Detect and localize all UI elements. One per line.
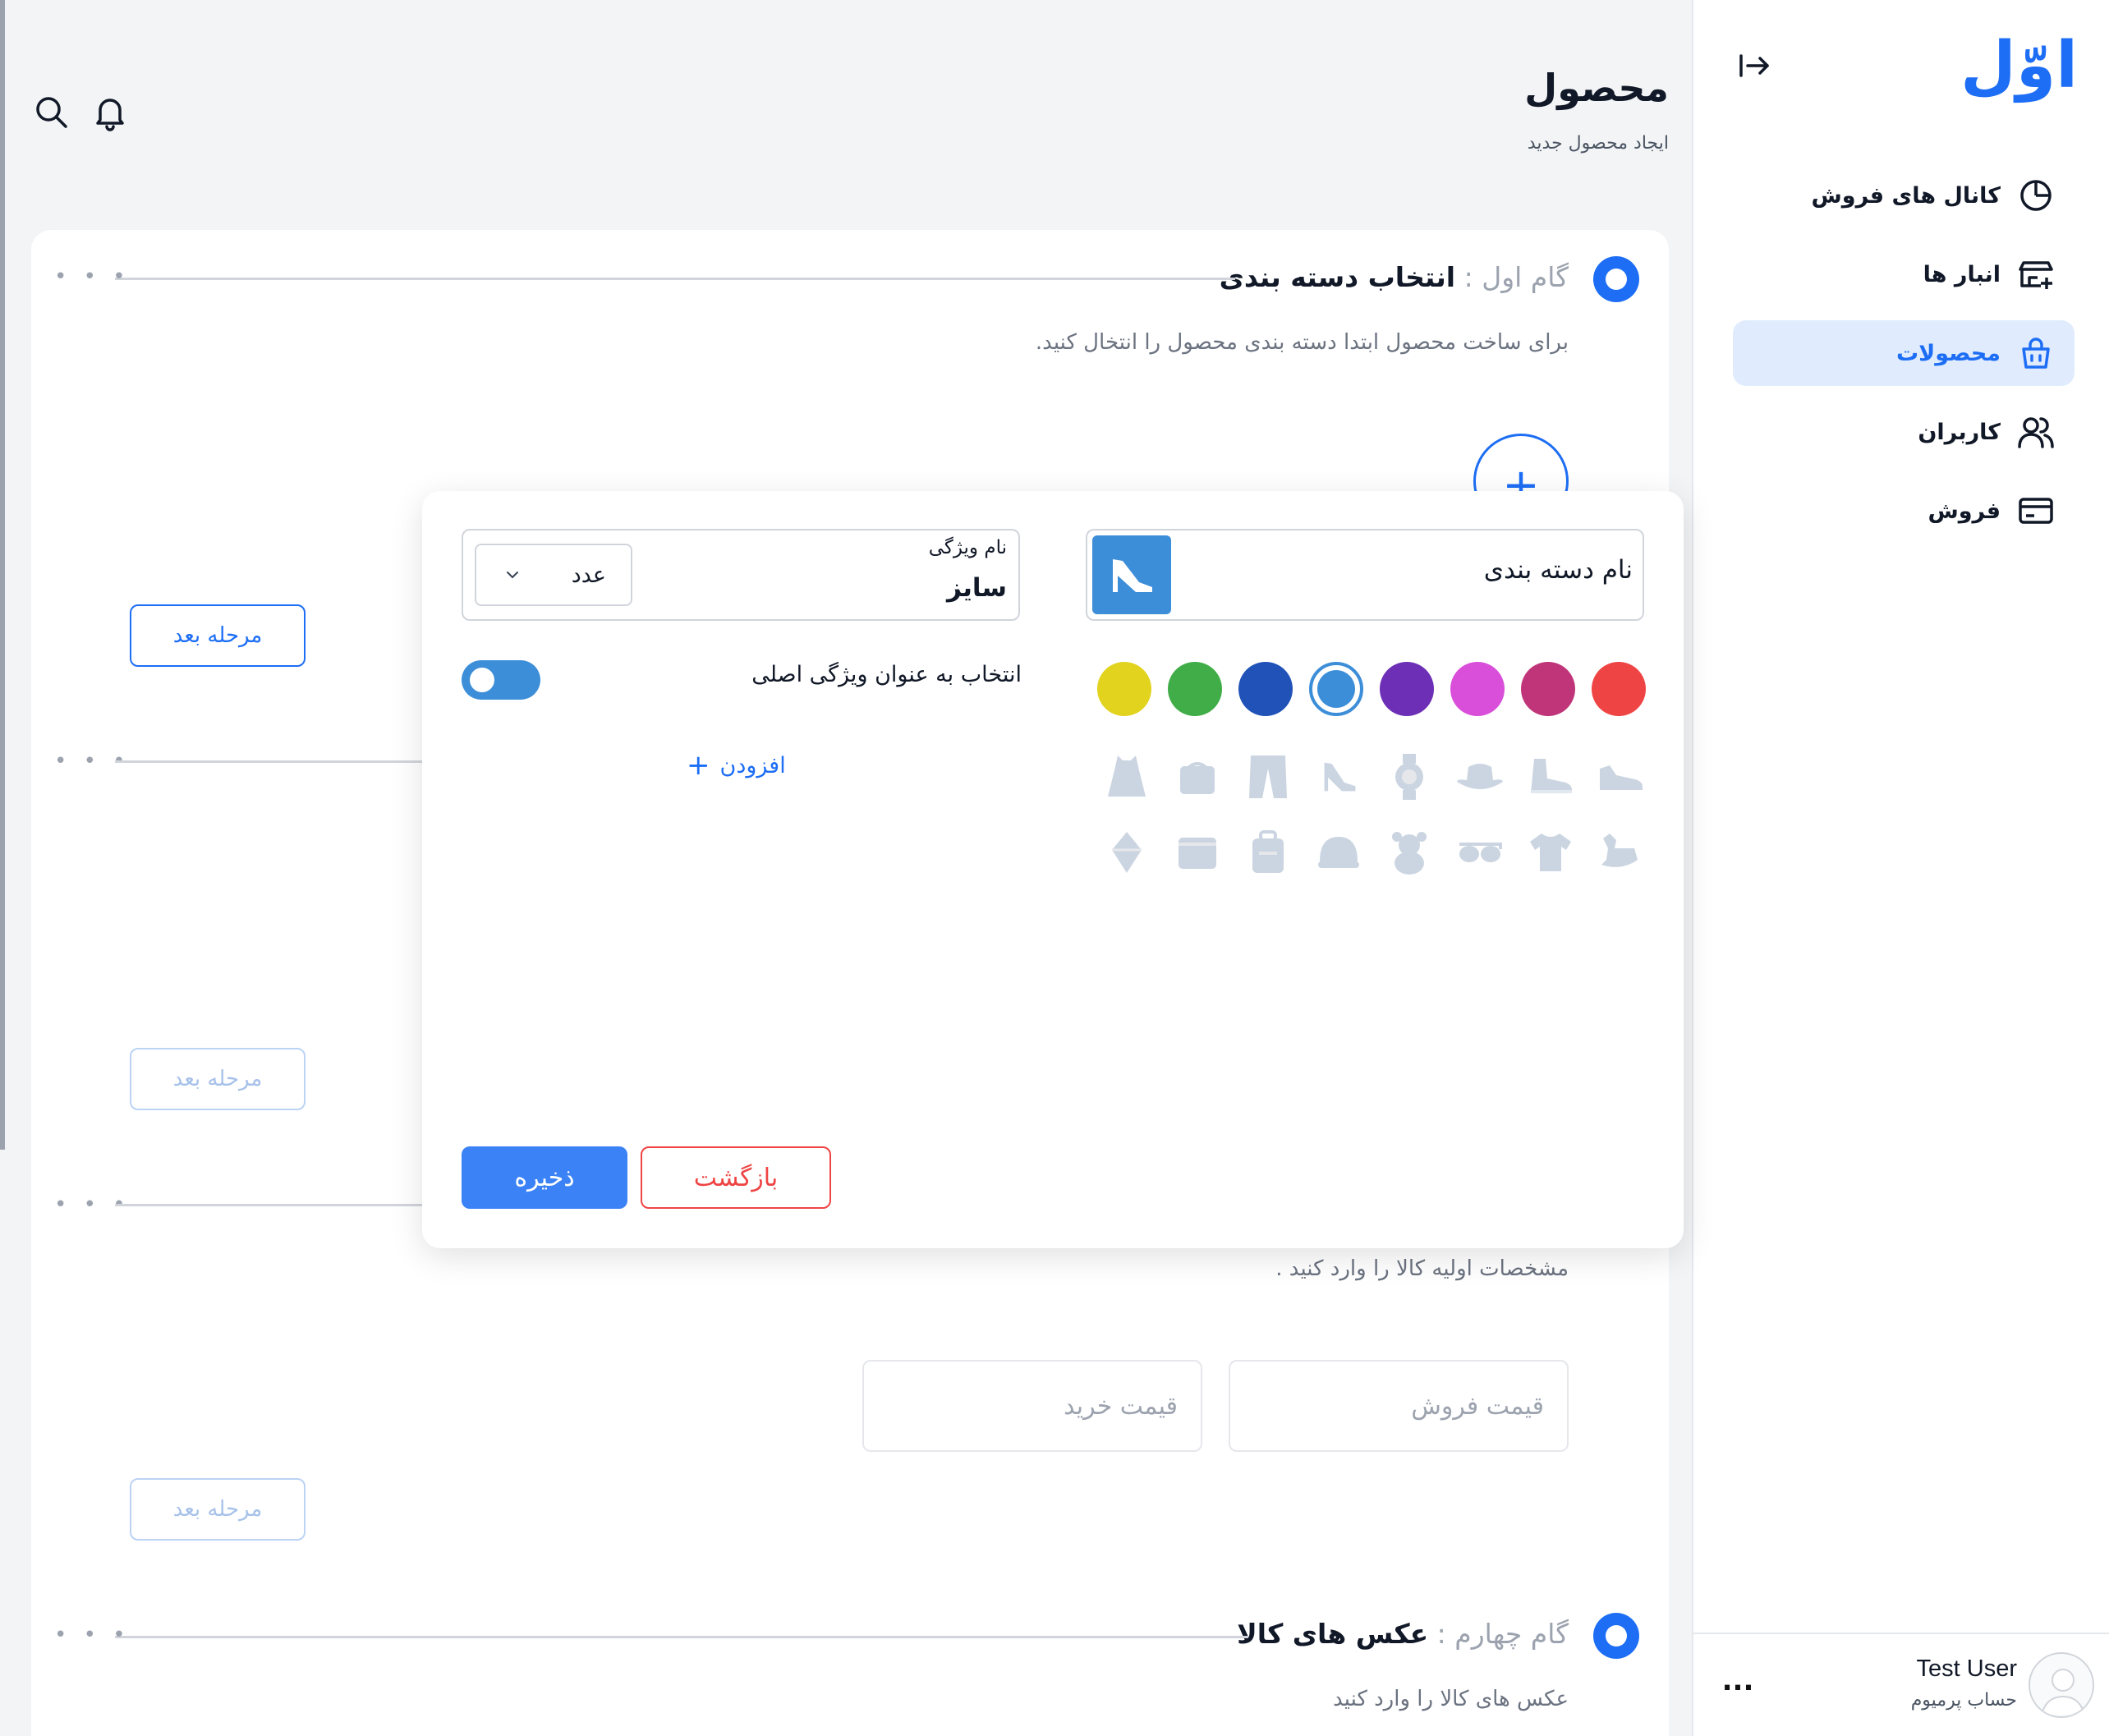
tshirt-icon[interactable]	[1526, 828, 1575, 877]
step-divider	[115, 1636, 1248, 1638]
sidebar-item-sales-channels[interactable]: کانال های فروش	[1733, 163, 2075, 228]
step-title: گام اول : انتخاب دسته بندی	[1220, 261, 1569, 293]
users-icon	[2017, 413, 2055, 451]
user-name: Test User	[1916, 1656, 2017, 1682]
sidebar-item-label: کانال های فروش	[1811, 182, 2001, 209]
next-step-button[interactable]: مرحله بعد	[130, 1048, 306, 1110]
step-separator: :	[1455, 261, 1482, 293]
dress-icon[interactable]	[1102, 752, 1151, 801]
color-swatch-raspberry[interactable]	[1521, 662, 1575, 716]
sidebar-item-warehouses[interactable]: انبار ها	[1733, 241, 2075, 307]
diamond-icon[interactable]	[1102, 828, 1151, 877]
attribute-name-value: سایز	[946, 573, 1007, 603]
step-indicator	[1593, 1613, 1639, 1659]
unit-select-value: عدد	[571, 562, 606, 588]
window-edge-scrollbar	[0, 0, 5, 1150]
cap-icon[interactable]	[1314, 828, 1363, 877]
sidebar-item-users[interactable]: کاربران	[1733, 399, 2075, 465]
bag-icon[interactable]	[1173, 752, 1222, 801]
color-swatch-green[interactable]	[1168, 662, 1222, 716]
step-dots: • • •	[54, 264, 131, 289]
step-separator: :	[1428, 1618, 1455, 1650]
selected-category-icon[interactable]	[1092, 535, 1171, 614]
rocking-horse-icon[interactable]	[1597, 828, 1646, 877]
step-number: گام چهارم	[1454, 1618, 1569, 1650]
sidebar-item-label: انبار ها	[1923, 261, 2001, 287]
color-swatch-magenta[interactable]	[1450, 662, 1505, 716]
sidebar-item-label: فروش	[1928, 498, 2001, 524]
sidebar-item-sales[interactable]: فروش	[1733, 478, 2075, 544]
step-divider	[115, 760, 427, 763]
user-plan: حساب پرمیوم	[1910, 1690, 2017, 1711]
buy-price-input[interactable]: قیمت خرید	[862, 1360, 1202, 1452]
color-swatch-blue[interactable]	[1238, 662, 1293, 716]
step-divider	[115, 278, 1235, 280]
color-swatch-purple[interactable]	[1380, 662, 1434, 716]
wallet-icon[interactable]	[1173, 828, 1222, 877]
step-name: عکس های کالا	[1237, 1618, 1429, 1650]
step-description: عکس های کالا را وارد کنید	[1333, 1687, 1569, 1711]
add-attribute-button[interactable]: افزودن +	[687, 749, 802, 782]
credit-card-icon	[2017, 492, 2055, 530]
step-dots: • • •	[54, 1623, 131, 1647]
unit-select[interactable]: عدد	[475, 544, 632, 606]
bell-icon[interactable]	[90, 92, 130, 131]
warehouse-add-icon	[2017, 255, 2055, 293]
search-icon[interactable]	[31, 92, 71, 131]
shopping-bag-icon	[2017, 334, 2055, 372]
step-indicator	[1593, 256, 1639, 302]
step-name: انتخاب دسته بندی	[1219, 261, 1456, 293]
pants-icon[interactable]	[1243, 752, 1293, 801]
high-heel-icon[interactable]	[1314, 752, 1363, 801]
backpack-icon[interactable]	[1243, 828, 1293, 877]
add-attribute-label: افزودن	[719, 752, 786, 778]
step-divider	[115, 1204, 427, 1206]
hat-icon[interactable]	[1455, 752, 1505, 801]
attribute-name-label: نام ویژگی	[928, 537, 1007, 558]
step-description: مشخصات اولیه کالا را وارد کنید .	[1275, 1256, 1569, 1281]
sunglasses-icon[interactable]	[1455, 828, 1505, 877]
next-step-button[interactable]: مرحله بعد	[130, 1478, 306, 1541]
more-options-button[interactable]: ...	[1721, 1667, 1754, 1703]
sidebar-item-label: کاربران	[1918, 419, 2001, 445]
page-subtitle: ایجاد محصول جدید	[1527, 133, 1669, 154]
sidebar-item-products[interactable]: محصولات	[1733, 320, 2075, 386]
color-swatch-yellow[interactable]	[1097, 662, 1151, 716]
page-title: محصول	[1524, 66, 1669, 110]
step-title: گام چهارم : عکس های کالا	[1237, 1618, 1569, 1650]
next-step-button[interactable]: مرحله بعد	[130, 604, 306, 667]
step-description: برای ساخت محصول ابتدا دسته بندی محصول را…	[1035, 330, 1569, 355]
avatar[interactable]	[2029, 1652, 2094, 1718]
plus-icon: +	[687, 749, 710, 782]
back-button[interactable]: بازگشت	[641, 1146, 831, 1209]
sidebar-item-label: محصولات	[1896, 340, 2001, 366]
save-button[interactable]: ذخیره	[462, 1146, 627, 1209]
category-name-label: نام دسته بندی	[1483, 555, 1633, 585]
high-top-sneaker-icon[interactable]	[1526, 752, 1575, 801]
main-attribute-toggle[interactable]	[462, 660, 540, 700]
watch-icon[interactable]	[1385, 752, 1434, 801]
sneaker-icon[interactable]	[1597, 752, 1646, 801]
app-logo[interactable]: اوّل	[1960, 33, 2078, 99]
color-swatch-red[interactable]	[1592, 662, 1646, 716]
chevron-down-icon	[504, 567, 521, 583]
collapse-sidebar-icon[interactable]	[1735, 46, 1774, 85]
main-attribute-label: انتخاب به عنوان ویژگی اصلی	[751, 662, 1022, 687]
sell-price-input[interactable]: قیمت فروش	[1229, 1360, 1569, 1452]
teddy-bear-icon[interactable]	[1385, 828, 1434, 877]
step-number: گام اول	[1482, 261, 1569, 293]
pie-chart-icon	[2017, 177, 2055, 214]
high-heel-icon	[1113, 559, 1152, 592]
color-swatch-light-blue-selected[interactable]	[1309, 662, 1363, 716]
